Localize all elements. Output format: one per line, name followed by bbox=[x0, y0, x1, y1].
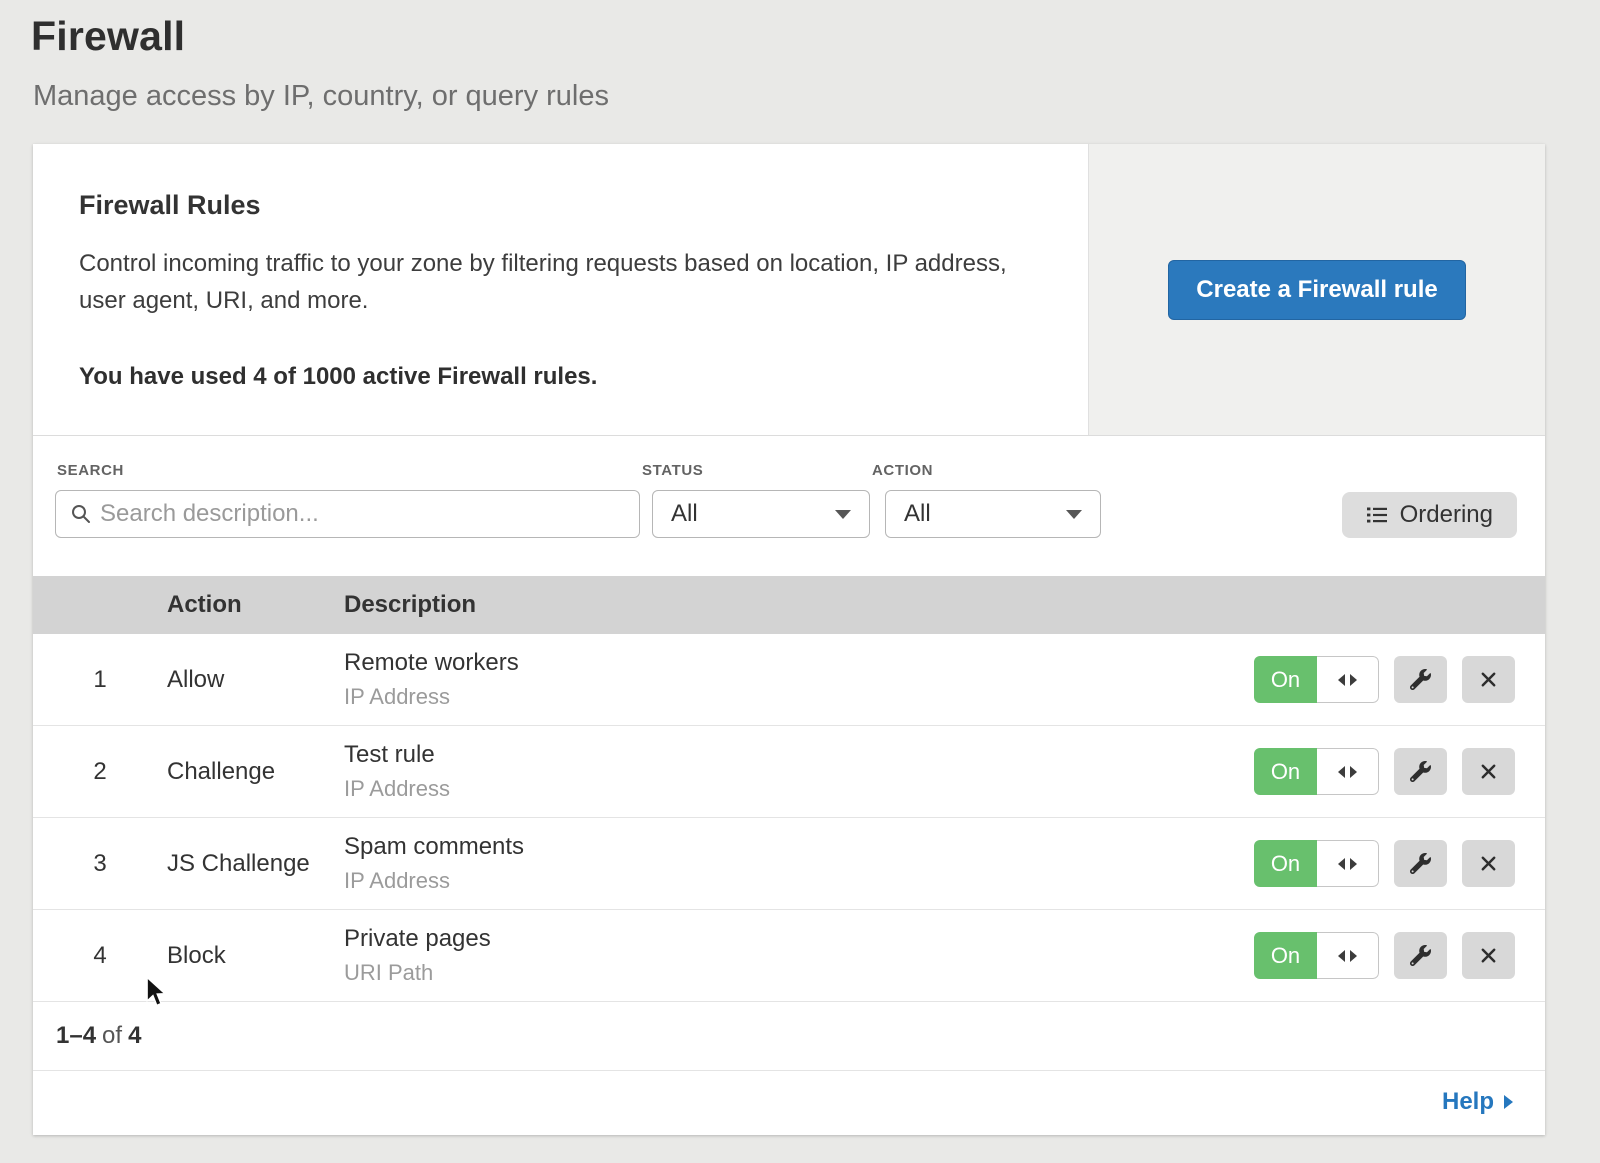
card-title: Firewall Rules bbox=[79, 190, 1018, 221]
filter-bar: SEARCH STATUS All ACTION All bbox=[33, 436, 1545, 576]
toggle-on-label: On bbox=[1254, 932, 1317, 979]
close-icon bbox=[1479, 670, 1498, 689]
close-icon bbox=[1479, 762, 1498, 781]
rule-index: 2 bbox=[33, 758, 167, 786]
table-row: 4 Block Private pages URI Path On bbox=[33, 910, 1545, 1002]
rule-index: 3 bbox=[33, 850, 167, 878]
rule-description: Remote workers bbox=[344, 649, 1254, 677]
table-row: 2 Challenge Test rule IP Address On bbox=[33, 726, 1545, 818]
rule-description: Private pages bbox=[344, 925, 1254, 953]
card-description: Control incoming traffic to your zone by… bbox=[79, 245, 1018, 319]
rule-match-type: IP Address bbox=[344, 684, 1254, 710]
rule-action: Allow bbox=[167, 666, 344, 694]
rule-description: Spam comments bbox=[344, 833, 1254, 861]
wrench-icon bbox=[1410, 853, 1431, 874]
help-link[interactable]: Help bbox=[1442, 1088, 1513, 1116]
wrench-icon bbox=[1410, 761, 1431, 782]
firewall-panel: Firewall Rules Control incoming traffic … bbox=[33, 144, 1545, 1135]
action-label: ACTION bbox=[872, 462, 1101, 479]
status-label: STATUS bbox=[642, 462, 870, 479]
rule-match-type: IP Address bbox=[344, 776, 1254, 802]
toggle-arrows-icon bbox=[1317, 840, 1379, 887]
rule-action: JS Challenge bbox=[167, 850, 344, 878]
rule-enabled-toggle[interactable]: On bbox=[1254, 840, 1379, 887]
edit-rule-button[interactable] bbox=[1394, 840, 1447, 887]
pagination-of: of bbox=[102, 1022, 122, 1049]
edit-rule-button[interactable] bbox=[1394, 748, 1447, 795]
toggle-on-label: On bbox=[1254, 748, 1317, 795]
wrench-icon bbox=[1410, 669, 1431, 690]
ordering-list-icon bbox=[1366, 504, 1388, 526]
pagination-total: 4 bbox=[128, 1022, 141, 1049]
rule-match-type: URI Path bbox=[344, 960, 1254, 986]
card-action-area: Create a Firewall rule bbox=[1089, 144, 1545, 435]
action-select-value: All bbox=[904, 500, 931, 528]
edit-rule-button[interactable] bbox=[1394, 656, 1447, 703]
rule-enabled-toggle[interactable]: On bbox=[1254, 748, 1379, 795]
toggle-arrows-icon bbox=[1317, 656, 1379, 703]
rule-description: Test rule bbox=[344, 741, 1254, 769]
delete-rule-button[interactable] bbox=[1462, 840, 1515, 887]
page-title: Firewall bbox=[0, 0, 1600, 60]
ordering-button[interactable]: Ordering bbox=[1342, 492, 1517, 538]
search-icon bbox=[70, 503, 92, 525]
search-filter: SEARCH bbox=[55, 462, 640, 538]
pagination-range: 1–4 bbox=[56, 1022, 96, 1049]
arrow-right-icon bbox=[1504, 1095, 1513, 1109]
search-input[interactable] bbox=[100, 500, 625, 528]
toggle-arrows-icon bbox=[1317, 932, 1379, 979]
create-firewall-rule-button[interactable]: Create a Firewall rule bbox=[1168, 260, 1465, 320]
delete-rule-button[interactable] bbox=[1462, 932, 1515, 979]
pagination-status: 1–4of4 bbox=[33, 1002, 1545, 1071]
table-row: 3 JS Challenge Spam comments IP Address … bbox=[33, 818, 1545, 910]
ordering-button-label: Ordering bbox=[1400, 501, 1493, 529]
close-icon bbox=[1479, 854, 1498, 873]
rule-index: 1 bbox=[33, 666, 167, 694]
rule-match-type: IP Address bbox=[344, 868, 1254, 894]
firewall-rules-card: Firewall Rules Control incoming traffic … bbox=[33, 144, 1545, 436]
status-select-value: All bbox=[671, 500, 698, 528]
help-link-label: Help bbox=[1442, 1088, 1494, 1116]
toggle-arrows-icon bbox=[1317, 748, 1379, 795]
delete-rule-button[interactable] bbox=[1462, 656, 1515, 703]
card-usage-text: You have used 4 of 1000 active Firewall … bbox=[79, 363, 1018, 391]
page-subtitle: Manage access by IP, country, or query r… bbox=[0, 60, 1600, 113]
close-icon bbox=[1479, 946, 1498, 965]
panel-footer: Help bbox=[33, 1071, 1545, 1135]
rule-action: Block bbox=[167, 942, 344, 970]
firewall-rules-card-body: Firewall Rules Control incoming traffic … bbox=[33, 144, 1089, 435]
table-row: 1 Allow Remote workers IP Address On bbox=[33, 634, 1545, 726]
status-filter: STATUS All bbox=[640, 462, 870, 538]
wrench-icon bbox=[1410, 945, 1431, 966]
description-column-header: Description bbox=[344, 591, 1515, 619]
action-select[interactable]: All bbox=[885, 490, 1101, 538]
toggle-on-label: On bbox=[1254, 656, 1317, 703]
rule-index: 4 bbox=[33, 942, 167, 970]
rule-action: Challenge bbox=[167, 758, 344, 786]
chevron-down-icon bbox=[1066, 510, 1082, 519]
status-select[interactable]: All bbox=[652, 490, 870, 538]
rule-enabled-toggle[interactable]: On bbox=[1254, 932, 1379, 979]
search-label: SEARCH bbox=[57, 462, 640, 479]
action-filter: ACTION All bbox=[870, 462, 1101, 538]
toggle-on-label: On bbox=[1254, 840, 1317, 887]
chevron-down-icon bbox=[835, 510, 851, 519]
table-header: Action Description bbox=[33, 576, 1545, 634]
delete-rule-button[interactable] bbox=[1462, 748, 1515, 795]
edit-rule-button[interactable] bbox=[1394, 932, 1447, 979]
action-column-header: Action bbox=[167, 591, 344, 619]
rule-enabled-toggle[interactable]: On bbox=[1254, 656, 1379, 703]
search-input-wrapper bbox=[55, 490, 640, 538]
